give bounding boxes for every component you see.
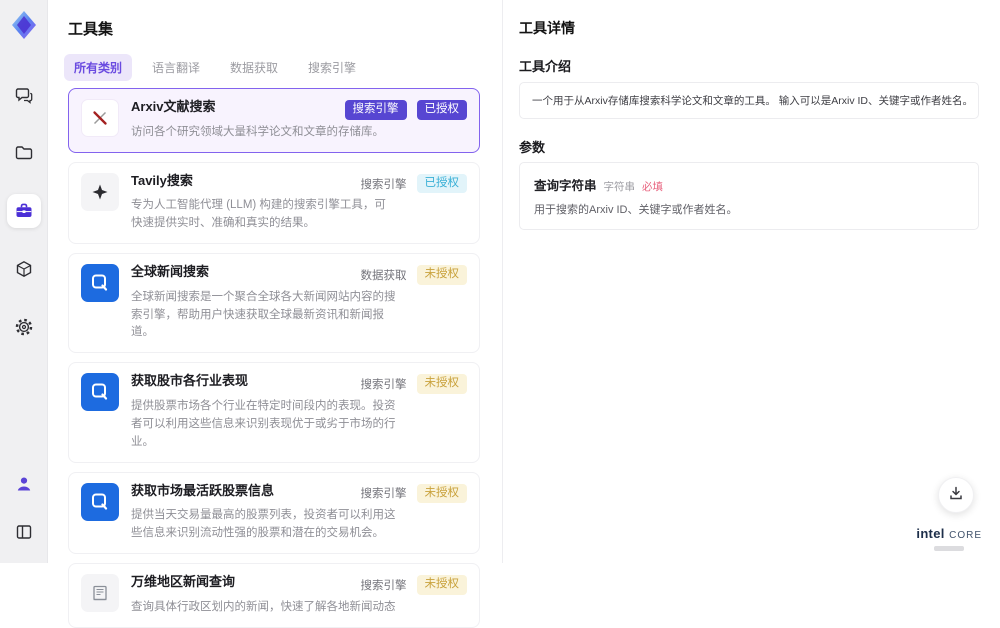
auth-badge: 未授权 — [416, 483, 467, 504]
cube-icon[interactable] — [7, 252, 41, 286]
auth-badge: 未授权 — [416, 574, 467, 595]
tool-name: 万维地区新闻查询 — [131, 573, 236, 589]
newspaper-icon — [81, 573, 119, 612]
parameter-card: 查询字符串 字符串 必填 用于搜索的Arxiv ID、关键字或作者姓名。 — [519, 162, 979, 230]
category-tag: 搜索引擎 — [360, 178, 407, 191]
news-search-icon — [81, 482, 119, 521]
category-tabs: 所有类别 语言翻译 数据获取 搜索引擎 — [64, 54, 366, 81]
category-tag: 搜索引擎 — [360, 379, 407, 392]
category-tag: 数据获取 — [360, 269, 407, 282]
intro-heading: 工具介绍 — [519, 59, 572, 74]
auth-badge: 已授权 — [416, 173, 467, 194]
left-icon-rail — [0, 0, 48, 563]
tool-description: 专为人工智能代理 (LLM) 构建的搜索引擎工具，可快速提供实时、准确和真实的结… — [131, 199, 386, 230]
tab-language-translation[interactable]: 语言翻译 — [142, 54, 210, 81]
tab-data-fetch[interactable]: 数据获取 — [220, 54, 288, 81]
download-button[interactable] — [938, 477, 974, 513]
auth-badge: 未授权 — [416, 374, 467, 395]
tool-list-panel: 工具集 所有类别 语言翻译 数据获取 搜索引擎 Arxiv文献搜索 搜索引擎 已… — [48, 0, 538, 628]
tool-name: Arxiv文献搜索 — [131, 99, 216, 114]
param-description: 用于搜索的Arxiv ID、关键字或作者姓名。 — [534, 204, 738, 216]
brand-core-text: CORE — [949, 530, 982, 542]
tool-card-list: Arxiv文献搜索 搜索引擎 已授权 访问各个研究领域大量科学论文和文章的存储库… — [68, 88, 480, 628]
user-icon[interactable] — [7, 467, 41, 501]
tool-card-arxiv[interactable]: Arxiv文献搜索 搜索引擎 已授权 访问各个研究领域大量科学论文和文章的存储库… — [68, 88, 480, 153]
category-tag: 搜索引擎 — [360, 488, 407, 501]
news-search-icon — [81, 264, 119, 303]
tool-name: 获取市场最活跃股票信息 — [131, 482, 275, 498]
chat-icon[interactable] — [7, 78, 41, 112]
tool-description: 全球新闻搜索是一个聚合全球各大新闻网站内容的搜索引擎，帮助用户快速获取全球最新资… — [131, 290, 396, 339]
tool-card-tavily[interactable]: Tavily搜索 搜索引擎 已授权 专为人工智能代理 (LLM) 构建的搜索引擎… — [68, 161, 480, 245]
download-icon — [948, 485, 964, 506]
news-search-icon — [81, 373, 119, 412]
category-tag: 搜索引擎 — [344, 100, 407, 120]
folder-icon[interactable] — [7, 136, 41, 170]
detail-title: 工具详情 — [519, 20, 575, 36]
auth-badge: 已授权 — [416, 100, 467, 120]
param-type: 字符串 — [603, 181, 636, 193]
tool-card-most-active-stocks[interactable]: 获取市场最活跃股票信息 搜索引擎 未授权 提供当天交易量最高的股票列表，投资者可… — [68, 471, 480, 554]
tool-description: 提供股票市场各个行业在特定时间段内的表现。投资者可以利用这些信息来识别表现优于或… — [131, 400, 396, 448]
brand-intel-text: intel — [916, 526, 945, 542]
arxiv-logo-icon — [81, 99, 119, 137]
brand-subtext-placeholder — [934, 546, 965, 551]
tool-description: 提供当天交易量最高的股票列表，投资者可以利用这些信息来识别流动性强的股票和潜在的… — [131, 509, 396, 540]
tab-search-engine[interactable]: 搜索引擎 — [298, 54, 366, 81]
tool-name: 获取股市各行业表现 — [131, 373, 249, 389]
app-logo — [9, 8, 39, 42]
param-required-badge: 必填 — [642, 181, 664, 193]
tool-description: 查询具体行政区划内的新闻，快速了解各地新闻动态 — [131, 600, 396, 613]
tool-card-global-news[interactable]: 全球新闻搜索 数据获取 未授权 全球新闻搜索是一个聚合全球各大新闻网站内容的搜索… — [68, 253, 480, 354]
tavily-star-icon — [81, 172, 119, 211]
params-heading: 参数 — [519, 140, 546, 155]
tool-detail-panel: 工具详情 工具介绍 一个用于从Arxiv存储库搜索科学论文和文章的工具。 输入可… — [502, 0, 1000, 563]
tab-all-categories[interactable]: 所有类别 — [64, 54, 133, 81]
auth-badge: 未授权 — [416, 265, 467, 285]
category-tag: 搜索引擎 — [360, 579, 407, 592]
param-name: 查询字符串 — [534, 179, 597, 193]
tool-name: 全球新闻搜索 — [131, 264, 210, 280]
tool-card-sector-performance[interactable]: 获取股市各行业表现 搜索引擎 未授权 提供股票市场各个行业在特定时间段内的表现。… — [68, 362, 480, 463]
tool-intro-text: 一个用于从Arxiv存储库搜索科学论文和文章的工具。 输入可以是Arxiv ID… — [519, 82, 979, 119]
tool-name: Tavily搜索 — [131, 172, 193, 188]
gear-icon[interactable] — [7, 310, 41, 344]
tool-card-regional-news[interactable]: 万维地区新闻查询 搜索引擎 未授权 查询具体行政区划内的新闻，快速了解各地新闻动… — [68, 562, 480, 628]
intel-core-logo: intel CORE — [916, 525, 982, 551]
page-title: 工具集 — [68, 21, 114, 38]
tool-description: 访问各个研究领域大量科学论文和文章的存储库。 — [131, 125, 384, 138]
panel-toggle-icon[interactable] — [7, 515, 41, 549]
toolbox-icon[interactable] — [6, 194, 41, 228]
